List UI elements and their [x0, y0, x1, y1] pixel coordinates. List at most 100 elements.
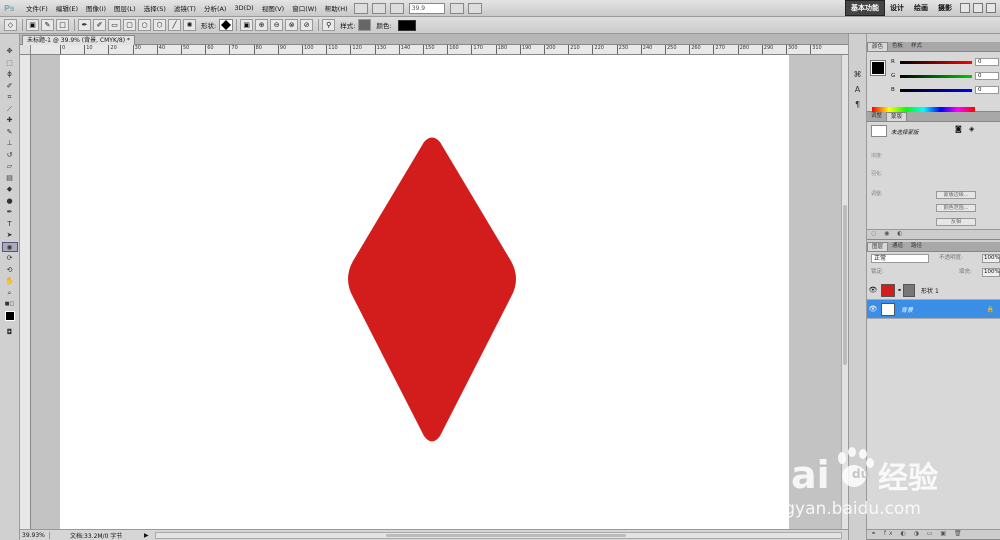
- paragraph-panel-icon[interactable]: ¶: [852, 99, 864, 111]
- workspace-photography[interactable]: 摄影: [933, 3, 957, 13]
- arrange-documents-icon[interactable]: [449, 2, 464, 14]
- pen-tool-icon[interactable]: ✒: [78, 19, 91, 31]
- tab-masks[interactable]: 蒙版: [886, 112, 908, 121]
- screen-mode-icon[interactable]: [467, 2, 482, 14]
- tab-channels[interactable]: 通道: [888, 242, 907, 251]
- layer-name[interactable]: 形状 1: [921, 286, 939, 295]
- tab-color[interactable]: 颜色: [867, 42, 889, 51]
- menu-layer[interactable]: 图层(L): [110, 3, 140, 13]
- zoom-level-input[interactable]: 39.9: [408, 2, 445, 14]
- blend-mode-select[interactable]: 正常: [871, 254, 929, 263]
- green-value-input[interactable]: 0: [975, 72, 999, 80]
- pen-tool-icon-tb[interactable]: ✒: [2, 207, 18, 218]
- custom-shape-icon[interactable]: ✺: [183, 19, 196, 31]
- tab-styles[interactable]: 样式: [907, 42, 926, 51]
- menu-window[interactable]: 窗口(W): [288, 3, 321, 13]
- default-colors-icon[interactable]: ■□: [2, 299, 18, 310]
- tab-adjustments[interactable]: 调整: [867, 112, 886, 121]
- minimize-button[interactable]: [960, 3, 970, 13]
- opacity-input[interactable]: 100%: [982, 254, 1000, 263]
- shape-layers-mode-icon[interactable]: ▣: [26, 19, 39, 31]
- tab-paths[interactable]: 路径: [907, 242, 926, 251]
- vertical-scroll-thumb[interactable]: [843, 205, 847, 365]
- layer-row[interactable]: 👁 ⚭ 形状 1: [867, 281, 1000, 300]
- workspace-design[interactable]: 设计: [885, 3, 909, 13]
- menu-file[interactable]: 文件(F): [22, 3, 52, 13]
- style-picker[interactable]: [358, 19, 372, 31]
- menu-image[interactable]: 图像(I): [82, 3, 110, 13]
- ruler-origin[interactable]: [20, 45, 31, 55]
- document-tab[interactable]: 未标题-1 @ 39.9% (背景, CMYK/8) *: [22, 35, 135, 45]
- rounded-rect-icon[interactable]: ▢: [123, 19, 136, 31]
- 3d-orbit-tool-icon[interactable]: ⟲: [2, 265, 18, 276]
- path-select-tool-icon[interactable]: ➤: [2, 230, 18, 241]
- new-shape-layer-icon[interactable]: ▣: [240, 19, 254, 31]
- blur-tool-icon[interactable]: ◆: [2, 184, 18, 195]
- tab-swatches[interactable]: 色板: [888, 42, 907, 51]
- ellipse-shape-icon[interactable]: ○: [138, 19, 151, 31]
- horizontal-ruler[interactable]: 0 10 20 30 40 50 60 70 80 90 100 110 120 130 140 150 160…: [31, 45, 848, 55]
- close-button[interactable]: [986, 3, 996, 13]
- eyedropper-tool-icon[interactable]: ⟋: [2, 104, 18, 115]
- status-zoom[interactable]: 39.93%: [20, 531, 50, 539]
- tab-layers[interactable]: 图层: [867, 242, 889, 251]
- fill-input[interactable]: 100%: [982, 268, 1000, 277]
- line-shape-icon[interactable]: ╱: [168, 19, 181, 31]
- intersect-shape-areas-icon[interactable]: ⊗: [285, 19, 299, 31]
- visibility-eye-icon[interactable]: 👁: [867, 286, 879, 294]
- menu-view[interactable]: 视图(V): [258, 3, 289, 13]
- lasso-tool-icon[interactable]: ϕ: [2, 69, 18, 80]
- hand-tool-icon[interactable]: ✋: [2, 276, 18, 287]
- blue-value-input[interactable]: 0: [975, 86, 999, 94]
- foreground-swatch[interactable]: [870, 60, 886, 76]
- menu-analysis[interactable]: 分析(A): [200, 3, 231, 13]
- document-canvas[interactable]: [60, 55, 789, 529]
- eraser-tool-icon[interactable]: ▱: [2, 161, 18, 172]
- pixel-mask-icon[interactable]: ◙: [955, 125, 962, 133]
- invert-button[interactable]: 反相: [936, 218, 976, 226]
- color-range-button[interactable]: 颜色范围...: [936, 204, 976, 212]
- menu-edit[interactable]: 编辑(E): [52, 3, 82, 13]
- restore-button[interactable]: [973, 3, 983, 13]
- fill-pixels-mode-icon[interactable]: □: [56, 19, 69, 31]
- shape-picker[interactable]: [219, 19, 234, 31]
- zoom-tool-icon[interactable]: ⌕: [2, 288, 18, 299]
- green-slider[interactable]: [900, 74, 972, 78]
- marquee-tool-icon[interactable]: ⬚: [2, 58, 18, 69]
- healing-brush-icon[interactable]: ✚: [2, 115, 18, 126]
- launch-bridge-icon[interactable]: [353, 2, 368, 14]
- subtract-shape-area-icon[interactable]: ⊖: [270, 19, 284, 31]
- horizontal-scrollbar[interactable]: [154, 531, 842, 539]
- exclude-overlap-icon[interactable]: ⊘: [300, 19, 314, 31]
- type-tool-icon[interactable]: T: [2, 219, 18, 230]
- character-panel-icon[interactable]: A: [852, 84, 864, 96]
- move-tool-icon[interactable]: ✥: [2, 46, 18, 57]
- vector-mask-icon[interactable]: ◈: [969, 125, 974, 133]
- 3d-rotate-tool-icon[interactable]: ⟳: [2, 253, 18, 264]
- paths-mode-icon[interactable]: ✎: [41, 19, 54, 31]
- red-slider[interactable]: [900, 60, 972, 64]
- red-value-input[interactable]: 0: [975, 58, 999, 66]
- freeform-pen-icon[interactable]: ✐: [93, 19, 106, 31]
- custom-shape-tool-icon[interactable]: ✺: [1, 241, 18, 252]
- menu-select[interactable]: 选择(S): [140, 3, 170, 13]
- gradient-tool-icon[interactable]: ▤: [2, 173, 18, 184]
- quick-mask-icon[interactable]: ◘: [2, 327, 18, 338]
- mask-edge-button[interactable]: 蒙版边缘...: [936, 191, 976, 199]
- polygon-shape-icon[interactable]: ⬡: [153, 19, 166, 31]
- layer-row[interactable]: 👁 背景 🔒: [867, 300, 1000, 319]
- add-shape-area-icon[interactable]: ⊕: [255, 19, 269, 31]
- dodge-tool-icon[interactable]: ●: [2, 196, 18, 207]
- menu-help[interactable]: 帮助(H): [321, 3, 352, 13]
- history-brush-icon[interactable]: ↺: [2, 150, 18, 161]
- workspace-essentials[interactable]: 基本功能: [845, 0, 885, 16]
- rectangle-shape-icon[interactable]: ▭: [108, 19, 121, 31]
- link-layer-style-icon[interactable]: ⚲: [322, 19, 336, 31]
- quick-select-tool-icon[interactable]: ✐: [2, 81, 18, 92]
- horizontal-scroll-thumb[interactable]: [385, 533, 626, 537]
- menu-3d[interactable]: 3D(D): [230, 4, 257, 12]
- crop-tool-icon[interactable]: ⌗: [2, 92, 18, 103]
- visibility-eye-icon[interactable]: 👁: [867, 305, 879, 313]
- blue-slider[interactable]: [900, 88, 972, 92]
- clone-stamp-icon[interactable]: ⊥: [2, 138, 18, 149]
